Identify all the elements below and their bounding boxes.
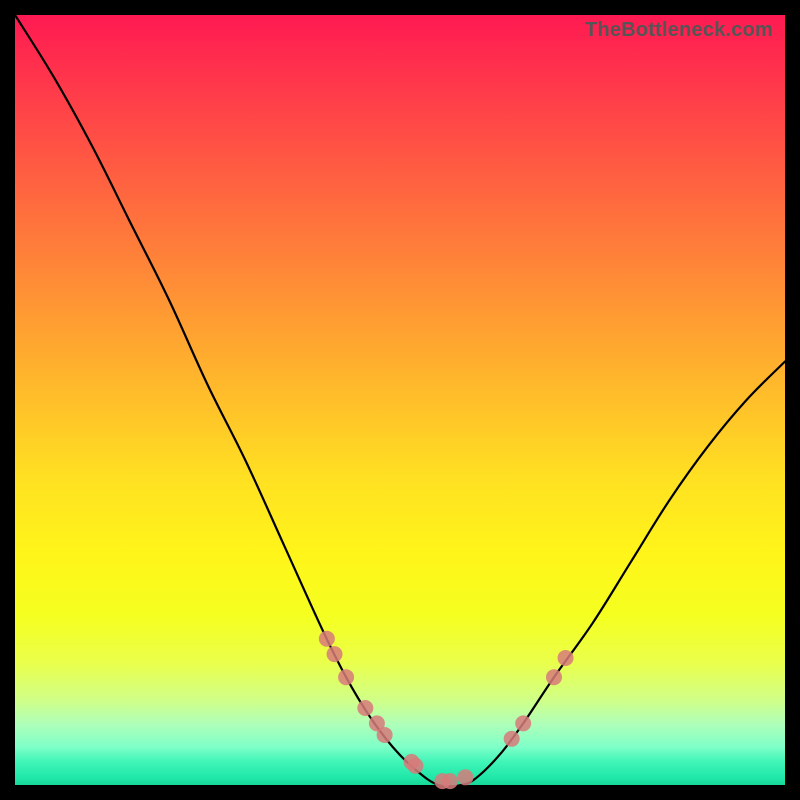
highlight-dots bbox=[319, 631, 574, 789]
highlight-dot bbox=[377, 727, 393, 743]
highlight-dot bbox=[407, 758, 423, 774]
highlight-dot bbox=[327, 646, 343, 662]
highlight-dot bbox=[515, 715, 531, 731]
highlight-dot bbox=[558, 650, 574, 666]
chart-frame: TheBottleneck.com bbox=[0, 0, 800, 800]
highlight-dot bbox=[546, 669, 562, 685]
curve-layer bbox=[15, 15, 785, 785]
highlight-dot bbox=[457, 769, 473, 785]
highlight-dot bbox=[357, 700, 373, 716]
highlight-dot bbox=[442, 773, 458, 789]
plot-area: TheBottleneck.com bbox=[15, 15, 785, 785]
highlight-dot bbox=[338, 669, 354, 685]
highlight-dot bbox=[319, 631, 335, 647]
highlight-dot bbox=[504, 731, 520, 747]
bottleneck-curve bbox=[15, 15, 785, 787]
